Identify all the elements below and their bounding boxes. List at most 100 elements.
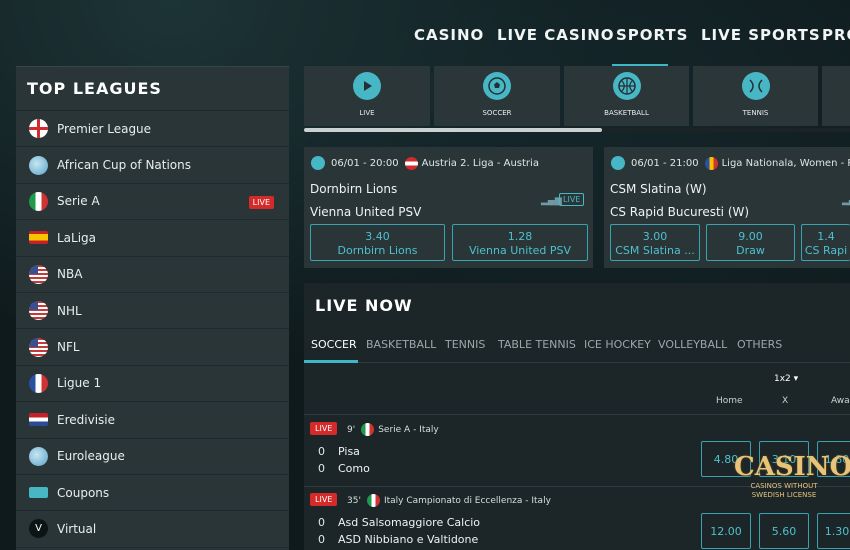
column-home: Home	[716, 396, 743, 406]
sport-tile-tennis[interactable]: TENNIS	[693, 66, 818, 126]
tab-tennis[interactable]: TENNIS	[445, 338, 485, 351]
ticket-icon	[29, 487, 48, 499]
league-label: Serie A	[57, 194, 100, 209]
odds-value: 3.00	[642, 230, 668, 243]
odds-button[interactable]: 3.40 Dornbirn Lions	[310, 224, 445, 261]
sport-tile-more[interactable]	[822, 66, 850, 126]
globe-icon	[29, 155, 48, 175]
england-flag-icon	[29, 119, 48, 139]
away-score: 0	[318, 533, 325, 546]
column-away: Awa	[831, 396, 850, 406]
sidebar-item-serie-a[interactable]: Serie A LIVE	[16, 184, 289, 221]
row-divider	[304, 414, 850, 415]
watermark-tagline: CASINOS WITHOUT SWEDISH LICENSE	[750, 482, 818, 499]
sidebar-item-euroleague[interactable]: Euroleague	[16, 439, 289, 475]
nav-promotions[interactable]: PRO	[822, 26, 850, 44]
league-label: African Cup of Nations	[57, 158, 192, 173]
away-score: 0	[318, 462, 325, 475]
match-datetime: 06/01 - 21:00	[631, 157, 699, 169]
spain-flag-icon	[29, 231, 48, 245]
nav-casino[interactable]: CASINO	[414, 26, 484, 44]
live-badge: LIVE	[310, 422, 338, 435]
basketball-icon	[311, 156, 325, 170]
austria-flag-icon	[404, 156, 418, 170]
stats-icon[interactable]: ▂▄	[842, 196, 850, 206]
league-label: Euroleague	[57, 449, 125, 464]
sidebar-item-premier-league[interactable]: Premier League	[16, 111, 289, 148]
home-score: 0	[318, 516, 325, 529]
home-team: Dornbirn Lions	[310, 182, 398, 196]
live-stream-badge[interactable]: LIVE	[559, 193, 585, 206]
sidebar-item-nfl[interactable]: NFL	[16, 329, 289, 366]
sport-label: SOCCER	[482, 109, 512, 117]
match-datetime: 06/01 - 20:00	[331, 157, 399, 169]
sidebar-item-eredivisie[interactable]: Eredivisie	[16, 402, 289, 439]
odds-label: Vienna United PSV	[468, 244, 572, 257]
odds-button[interactable]: 1.4 CS Rapi	[801, 224, 850, 261]
away-team: ASD Nibbiano e Valtidone	[338, 533, 479, 546]
sport-tile-soccer[interactable]: SOCCER	[434, 66, 560, 126]
sport-tabs: SOCCER BASKETBALL TENNIS TABLE TENNIS IC…	[304, 331, 850, 363]
nav-live-sports[interactable]: LIVE SPORTS	[701, 26, 821, 44]
soccer-ball-icon	[483, 72, 511, 100]
league-label: Eredivisie	[57, 412, 115, 427]
tab-table-tennis[interactable]: TABLE TENNIS	[498, 338, 576, 351]
odds-value: 1.28	[507, 230, 533, 243]
league-label: Coupons	[57, 485, 110, 500]
sport-tile-basketball[interactable]: BASKETBALL	[564, 66, 689, 126]
odds-label: CSM Slatina ...	[615, 244, 695, 257]
odds-label: Draw	[736, 244, 765, 257]
top-navigation: CASINO LIVE CASINO SPORTS LIVE SPORTS PR…	[0, 0, 850, 68]
sidebar-item-nhl[interactable]: NHL	[16, 293, 289, 330]
italy-flag-icon	[366, 494, 380, 507]
home-team: Pisa	[338, 445, 360, 458]
tab-active-indicator	[304, 360, 358, 363]
market-select[interactable]: 1x2 ▾	[774, 374, 798, 384]
league-label: Premier League	[57, 121, 152, 136]
sport-tile-live[interactable]: LIVE	[304, 66, 430, 126]
match-minute: 9'	[347, 424, 356, 435]
sidebar-item-coupons[interactable]: Coupons	[16, 475, 289, 512]
odds-label: CS Rapi	[804, 244, 848, 257]
match-card[interactable]: 06/01 - 20:00 Austria 2. Liga - Austria …	[304, 147, 593, 268]
sidebar-item-ligue-1[interactable]: Ligue 1	[16, 366, 289, 403]
tab-others[interactable]: OTHERS	[737, 338, 782, 351]
live-now-title: LIVE NOW	[315, 296, 413, 315]
tab-basketball[interactable]: BASKETBALL	[366, 338, 436, 351]
sidebar-item-african-cup[interactable]: African Cup of Nations	[16, 147, 289, 184]
sports-scroll-thumb[interactable]	[304, 128, 602, 132]
league-label: NBA	[57, 267, 83, 282]
odds-value: 9.00	[738, 230, 763, 243]
italy-flag-icon	[29, 191, 48, 211]
match-meta: 9' Serie A - Italy	[347, 423, 439, 436]
league-label: Ligue 1	[57, 376, 102, 391]
odds-button[interactable]: 1.28 Vienna United PSV	[452, 224, 588, 261]
basketball-icon	[611, 156, 625, 170]
sidebar-item-laliga[interactable]: LaLiga	[16, 220, 289, 257]
sidebar-item-nba[interactable]: NBA	[16, 257, 289, 293]
live-badge: LIVE	[310, 493, 338, 506]
nav-live-casino[interactable]: LIVE CASINO	[497, 26, 615, 44]
match-card[interactable]: 06/01 - 21:00 Liga Nationala, Women - Ro…	[604, 147, 850, 268]
match-league: Liga Nationala, Women - Romania	[721, 157, 850, 169]
match-league: Austria 2. Liga - Austria	[421, 157, 539, 169]
sport-label: TENNIS	[742, 109, 769, 117]
globe-icon	[29, 446, 48, 466]
sidebar-item-virtual[interactable]: V Virtual	[16, 511, 289, 548]
tab-soccer[interactable]: SOCCER	[311, 338, 357, 351]
column-draw: X	[782, 396, 789, 406]
nav-sports[interactable]: SPORTS	[616, 26, 688, 44]
tab-ice-hockey[interactable]: ICE HOCKEY	[584, 338, 651, 351]
odds-label: Dornbirn Lions	[337, 244, 418, 257]
tab-volleyball[interactable]: VOLLEYBALL	[658, 338, 727, 351]
odds-button[interactable]: 9.00 Draw	[706, 224, 795, 261]
usa-flag-icon	[29, 301, 48, 321]
play-icon	[353, 72, 381, 100]
odds-button[interactable]: 3.00 CSM Slatina ...	[610, 224, 700, 261]
sport-label: LIVE	[359, 109, 375, 117]
netherlands-flag-icon	[29, 413, 48, 427]
basketball-icon	[612, 72, 641, 100]
usa-flag-icon	[29, 337, 48, 357]
away-team: Vienna United PSV	[310, 205, 422, 219]
home-team: Asd Salsomaggiore Calcio	[338, 516, 481, 529]
